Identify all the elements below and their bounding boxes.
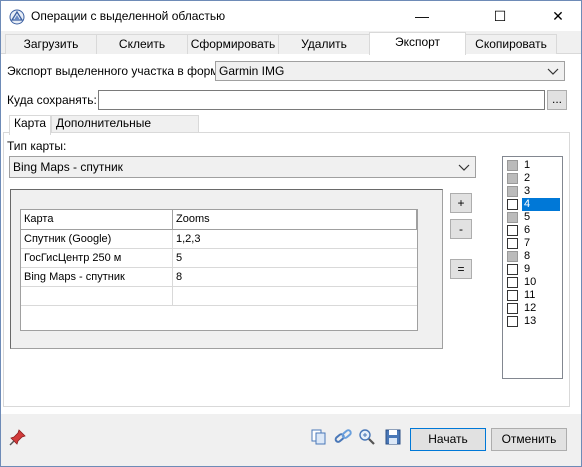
checkbox[interactable] [507,225,518,236]
zoom-label: 2 [524,172,531,184]
checkbox[interactable] [507,251,518,262]
checkbox[interactable] [507,186,518,197]
zoom-label: 5 [524,211,531,223]
zoom-label: 11 [524,289,536,301]
window-title: Операции с выделенной областью [31,9,226,23]
export-format-value: Garmin IMG [219,64,285,78]
remove-button[interactable]: - [450,219,472,239]
table-row[interactable]: Спутник (Google) 1,2,3 [21,230,417,249]
cell-zooms: 8 [176,271,183,283]
save-path-label: Куда сохранять: [7,93,97,107]
zoom-item[interactable]: 5 [506,211,560,224]
zoom-label: 3 [524,185,531,197]
link-icon[interactable] [334,428,352,446]
zoom-item[interactable]: 10 [506,276,560,289]
table-row[interactable]: Bing Maps - спутник 8 [21,268,417,287]
cell-zooms [173,287,417,305]
zoom-label: 7 [524,237,531,249]
zoom-label: 1 [524,159,531,171]
map-type-label: Тип карты: [7,139,67,153]
tab-generate[interactable]: Сформировать [187,34,279,54]
map-type-select[interactable]: Bing Maps - спутник [9,156,476,178]
checkbox[interactable] [507,199,518,210]
pin-icon[interactable] [9,428,27,446]
minimize-button[interactable]: — [399,1,445,31]
save-icon[interactable] [384,428,402,446]
export-format-select[interactable]: Garmin IMG [215,61,565,81]
cancel-button[interactable]: Отменить [491,428,567,451]
zoom-item[interactable]: 2 [506,172,560,185]
zoom-levels-list[interactable]: 1 2 3 4 5 6 7 8 9 10 11 12 13 [502,156,563,379]
zoom-label: 13 [524,315,537,327]
equal-button[interactable]: = [450,259,472,279]
column-header-map[interactable]: Карта [21,210,173,229]
tab-merge[interactable]: Склеить [96,34,188,54]
copy-icon[interactable] [310,428,328,446]
maximize-button[interactable]: ☐ [477,1,523,31]
zoom-item[interactable]: 9 [506,263,560,276]
subtab-map[interactable]: Карта [9,115,51,135]
checkbox[interactable] [507,316,518,327]
tab-delete[interactable]: Удалить [278,34,370,54]
checkbox[interactable] [507,238,518,249]
chevron-down-icon [458,164,470,171]
zoom-label: 4 [522,198,560,211]
table-header: Карта Zooms [21,210,417,230]
start-button[interactable]: Начать [410,428,486,451]
cell-map: Bing Maps - спутник [21,268,173,286]
maps-table[interactable]: Карта Zooms Спутник (Google) 1,2,3 ГосГи… [20,209,418,331]
add-button[interactable]: + [450,193,472,213]
zoom-item[interactable]: 8 [506,250,560,263]
zoom-item[interactable]: 1 [506,159,560,172]
cell-map: ГосГисЦентр 250 м [21,249,173,267]
zoom-label: 12 [524,302,537,314]
checkbox[interactable] [507,277,518,288]
cell-zooms: 1,2,3 [176,233,201,245]
checkbox[interactable] [507,264,518,275]
checkbox[interactable] [507,212,518,223]
subtab-additional[interactable]: Дополнительные операции [51,115,199,145]
zoom-label: 10 [524,276,537,288]
close-button[interactable]: ✕ [535,1,581,31]
zoom-item[interactable]: 6 [506,224,560,237]
zoom-label: 9 [524,263,531,275]
table-row[interactable] [21,287,417,306]
save-path-input[interactable] [98,90,545,110]
search-zoom-icon[interactable] [358,428,376,446]
zoom-item[interactable]: 11 [506,289,560,302]
zoom-label: 6 [524,224,531,236]
dialog-window: Операции с выделенной областью — ☐ ✕ Заг… [0,0,582,467]
browse-button[interactable]: ... [547,90,567,110]
checkbox[interactable] [507,290,518,301]
map-type-value: Bing Maps - спутник [13,160,123,174]
main-tabs: Загрузить Склеить Сформировать Удалить Э… [1,32,581,55]
tab-export[interactable]: Экспорт [369,32,466,55]
export-format-label: Экспорт выделенного участка в формат [7,64,231,78]
zoom-item[interactable]: 4 [506,198,560,211]
cell-zooms: 5 [176,252,183,264]
tab-copy[interactable]: Скопировать [465,34,557,54]
cell-map [21,287,173,305]
checkbox[interactable] [507,303,518,314]
zoom-item[interactable]: 13 [506,315,560,328]
zoom-item[interactable]: 7 [506,237,560,250]
checkbox[interactable] [507,160,518,171]
zoom-item[interactable]: 12 [506,302,560,315]
zoom-label: 8 [524,250,531,262]
title-bar: Операции с выделенной областью — ☐ ✕ [1,1,581,31]
zoom-item[interactable]: 3 [506,185,560,198]
checkbox[interactable] [507,173,518,184]
column-header-zooms[interactable]: Zooms [173,210,417,229]
table-row[interactable]: ГосГисЦентр 250 м 5 [21,249,417,268]
app-icon [9,9,25,25]
cell-map: Спутник (Google) [21,230,173,248]
tab-load[interactable]: Загрузить [5,34,97,54]
chevron-down-icon [547,68,559,75]
